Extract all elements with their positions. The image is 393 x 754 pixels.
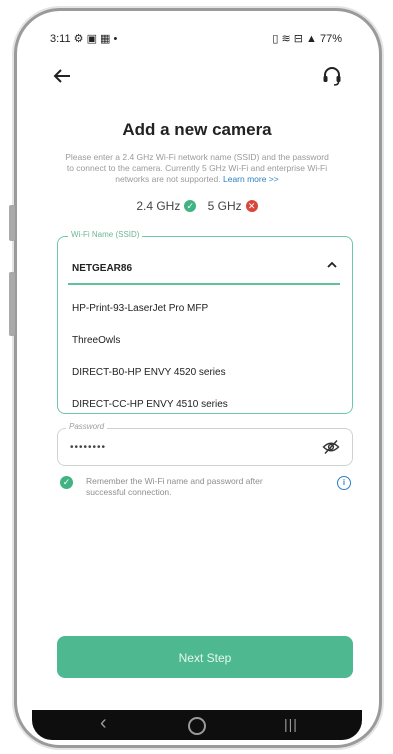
status-left: 3:11 ⚙ ▣ ▦ • — [50, 32, 117, 45]
chevron-up-icon[interactable] — [326, 259, 338, 273]
description-text: Please enter a 2.4 GHz Wi-Fi network nam… — [65, 152, 329, 184]
learn-more-link[interactable]: Learn more >> — [223, 174, 279, 184]
status-bar: 3:11 ⚙ ▣ ▦ • ▯ ≋ ⊟ ▲ 77% — [32, 24, 362, 52]
arrow-left-icon — [53, 69, 70, 83]
page-description: Please enter a 2.4 GHz Wi-Fi network nam… — [62, 152, 332, 185]
phone-side-button-2 — [9, 272, 15, 336]
remember-credentials[interactable]: ✓ Remember the Wi-Fi name and password a… — [60, 476, 356, 508]
status-time: 3:11 — [50, 33, 71, 45]
ssid-option[interactable]: HP-Print-93-LaserJet Pro MFP — [72, 303, 342, 335]
band-24ghz: 2.4 GHz ✓ — [136, 199, 197, 213]
status-right: ▯ ≋ ⊟ ▲ 77% — [272, 32, 342, 45]
battery-level: 77% — [319, 33, 342, 45]
ssid-options-list: HP-Print-93-LaserJet Pro MFP ThreeOwls D… — [72, 303, 342, 431]
password-field-label: Password — [66, 422, 108, 431]
band-5ghz-label: 5 GHz — [207, 199, 242, 213]
ssid-field-label: Wi-Fi Name (SSID) — [68, 230, 143, 239]
support-button[interactable] — [320, 64, 344, 88]
band-24ghz-label: 2.4 GHz — [136, 199, 181, 213]
ssid-option[interactable]: DIRECT-CC-HP ENVY 4510 series — [72, 399, 342, 431]
eye-off-icon[interactable] — [322, 439, 340, 455]
checkbox-checked-icon[interactable]: ✓ — [60, 476, 73, 489]
ssid-field-underline — [68, 283, 340, 285]
system-nav-bar: ‹ ||| — [32, 710, 362, 740]
remember-text: Remember the Wi-Fi name and password aft… — [86, 476, 263, 497]
ssid-option[interactable]: ThreeOwls — [72, 335, 342, 367]
password-field[interactable]: Password •••••••• — [57, 422, 353, 466]
info-icon[interactable]: i — [337, 476, 351, 490]
band-support: 2.4 GHz ✓ 5 GHz ✕ — [32, 199, 362, 213]
nav-back-icon[interactable]: ‹ — [100, 712, 107, 735]
password-value[interactable]: •••••••• — [70, 442, 106, 453]
back-button[interactable] — [50, 64, 74, 88]
status-notification-icons: ⚙ ▣ ▦ • — [73, 33, 118, 45]
status-system-icons: ▯ ≋ ⊟ ▲ — [272, 33, 317, 45]
check-circle-icon: ✓ — [184, 200, 197, 212]
headset-icon — [323, 67, 341, 86]
cross-circle-icon: ✕ — [245, 200, 258, 212]
nav-home-icon[interactable] — [188, 717, 206, 735]
ssid-option[interactable]: DIRECT-B0-HP ENVY 4520 series — [72, 367, 342, 399]
next-step-button[interactable]: Next Step — [57, 636, 353, 678]
page-title: Add a new camera — [122, 120, 272, 139]
app-screen: 3:11 ⚙ ▣ ▦ • ▯ ≋ ⊟ ▲ 77% Add a new camer… — [32, 24, 362, 740]
ssid-dropdown[interactable]: Wi-Fi Name (SSID) NETGEAR86 HP-Print-93-… — [57, 230, 353, 414]
nav-recents-icon[interactable]: ||| — [284, 716, 298, 732]
ssid-selected-value[interactable]: NETGEAR86 — [72, 263, 132, 274]
phone-side-button-1 — [9, 205, 15, 241]
band-5ghz: 5 GHz ✕ — [208, 199, 258, 213]
